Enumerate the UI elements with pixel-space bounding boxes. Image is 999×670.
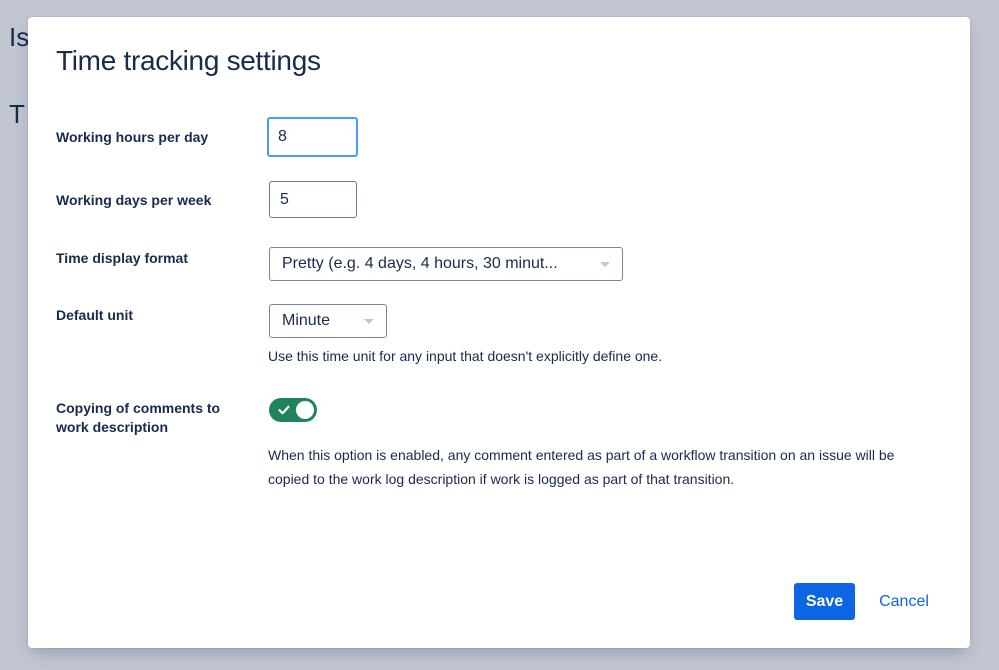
- toggle-knob: [296, 401, 314, 419]
- chevron-down-icon: [364, 319, 374, 324]
- copy-comments-toggle[interactable]: [269, 398, 317, 422]
- default-unit-select[interactable]: Minute: [269, 304, 387, 338]
- display-format-select[interactable]: Pretty (e.g. 4 days, 4 hours, 30 minut..…: [269, 247, 623, 281]
- chevron-down-icon: [600, 262, 610, 267]
- background-subheading: T: [9, 99, 25, 129]
- display-format-value: Pretty (e.g. 4 days, 4 hours, 30 minut..…: [282, 255, 558, 272]
- default-unit-label: Default unit: [56, 307, 133, 323]
- copy-comments-label-line-2: work description: [56, 419, 169, 435]
- copy-comments-label-line-1: Copying of comments to: [56, 400, 221, 416]
- cancel-button[interactable]: Cancel: [868, 583, 940, 620]
- default-unit-help: Use this time unit for any input that do…: [268, 348, 663, 364]
- days-per-week-label: Working days per week: [56, 192, 212, 208]
- background-heading: Is: [9, 22, 30, 52]
- days-per-week-input[interactable]: [269, 181, 357, 218]
- hours-per-day-input[interactable]: [267, 117, 358, 157]
- default-unit-value: Minute: [282, 312, 331, 329]
- copy-comments-help-line-1: When this option is enabled, any comment…: [268, 447, 895, 463]
- hours-per-day-label: Working hours per day: [56, 129, 209, 145]
- check-icon: [278, 405, 290, 415]
- copy-comments-label: Copying of comments to work description: [56, 399, 220, 437]
- display-format-label: Time display format: [56, 250, 189, 266]
- dialog-title: Time tracking settings: [56, 45, 321, 76]
- copy-comments-help: When this option is enabled, any comment…: [268, 443, 894, 491]
- save-button[interactable]: Save: [794, 583, 855, 620]
- time-tracking-settings-dialog: Time tracking settings Working hours per…: [28, 17, 970, 648]
- copy-comments-help-line-2: copied to the work log description if wo…: [268, 471, 735, 487]
